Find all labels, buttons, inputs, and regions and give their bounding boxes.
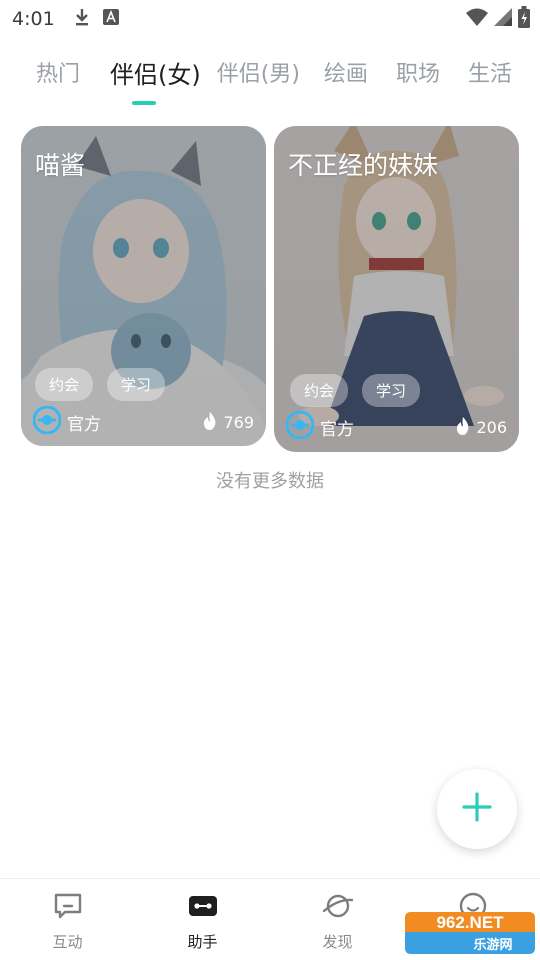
signal-icon xyxy=(494,7,512,31)
character-card-sister[interactable]: 不正经的妹妹 约会 学习 官方 206 xyxy=(274,126,519,452)
nav-label: 助手 xyxy=(187,933,218,951)
heat-count: 769 xyxy=(223,413,254,432)
source-label: 官方 xyxy=(67,415,101,435)
active-tab-indicator xyxy=(132,101,156,105)
card-tags: 约会 学习 xyxy=(35,368,166,401)
nav-item-discover[interactable]: 发现 xyxy=(270,879,405,960)
tag: 约会 xyxy=(290,374,349,407)
tag: 学习 xyxy=(362,374,421,407)
tab-companion-female[interactable]: 伴侣(女) xyxy=(110,55,201,90)
wifi-icon xyxy=(466,7,488,31)
battery-icon xyxy=(518,6,530,32)
nav-label: 互动 xyxy=(52,933,83,951)
download-icon xyxy=(73,7,91,31)
official-logo-icon xyxy=(32,405,62,439)
nav-label: 发现 xyxy=(322,933,353,951)
tag: 学习 xyxy=(107,368,166,401)
font-icon xyxy=(102,9,119,29)
card-tags: 约会 学习 xyxy=(290,374,421,407)
planet-icon xyxy=(322,891,354,925)
svg-text:乐游网: 乐游网 xyxy=(473,937,512,953)
card-title: 喵酱 xyxy=(35,151,86,180)
tab-hot[interactable]: 热门 xyxy=(36,56,80,88)
source-label: 官方 xyxy=(320,420,354,440)
tab-workplace[interactable]: 职场 xyxy=(396,56,440,88)
robot-icon xyxy=(188,891,218,925)
no-more-data-note: 没有更多数据 xyxy=(216,471,324,492)
card-title: 不正经的妹妹 xyxy=(288,151,439,180)
category-tabs: 热门 伴侣(女) 伴侣(男) 绘画 职场 生活 xyxy=(0,52,540,92)
watermark-logo: 962.NET 乐游网 xyxy=(401,910,537,956)
status-time: 4:01 xyxy=(12,8,55,30)
tab-drawing[interactable]: 绘画 xyxy=(324,56,368,88)
flame-icon xyxy=(203,411,217,434)
heat-count: 206 xyxy=(476,418,507,437)
plus-icon xyxy=(461,791,493,827)
add-button[interactable] xyxy=(437,769,517,849)
nav-item-interaction[interactable]: 互动 xyxy=(0,879,135,960)
tag: 约会 xyxy=(35,368,94,401)
chat-icon xyxy=(53,891,83,925)
official-logo-icon xyxy=(285,410,315,444)
tab-life[interactable]: 生活 xyxy=(468,56,512,88)
status-bar: 4:01 xyxy=(0,0,540,38)
flame-icon xyxy=(456,416,470,439)
tab-companion-male[interactable]: 伴侣(男) xyxy=(217,56,300,88)
nav-item-assistant[interactable]: 助手 xyxy=(135,879,270,960)
svg-text:962.NET: 962.NET xyxy=(436,913,504,932)
character-card-miaojiang[interactable]: 喵酱 约会 学习 官方 769 xyxy=(21,126,266,446)
